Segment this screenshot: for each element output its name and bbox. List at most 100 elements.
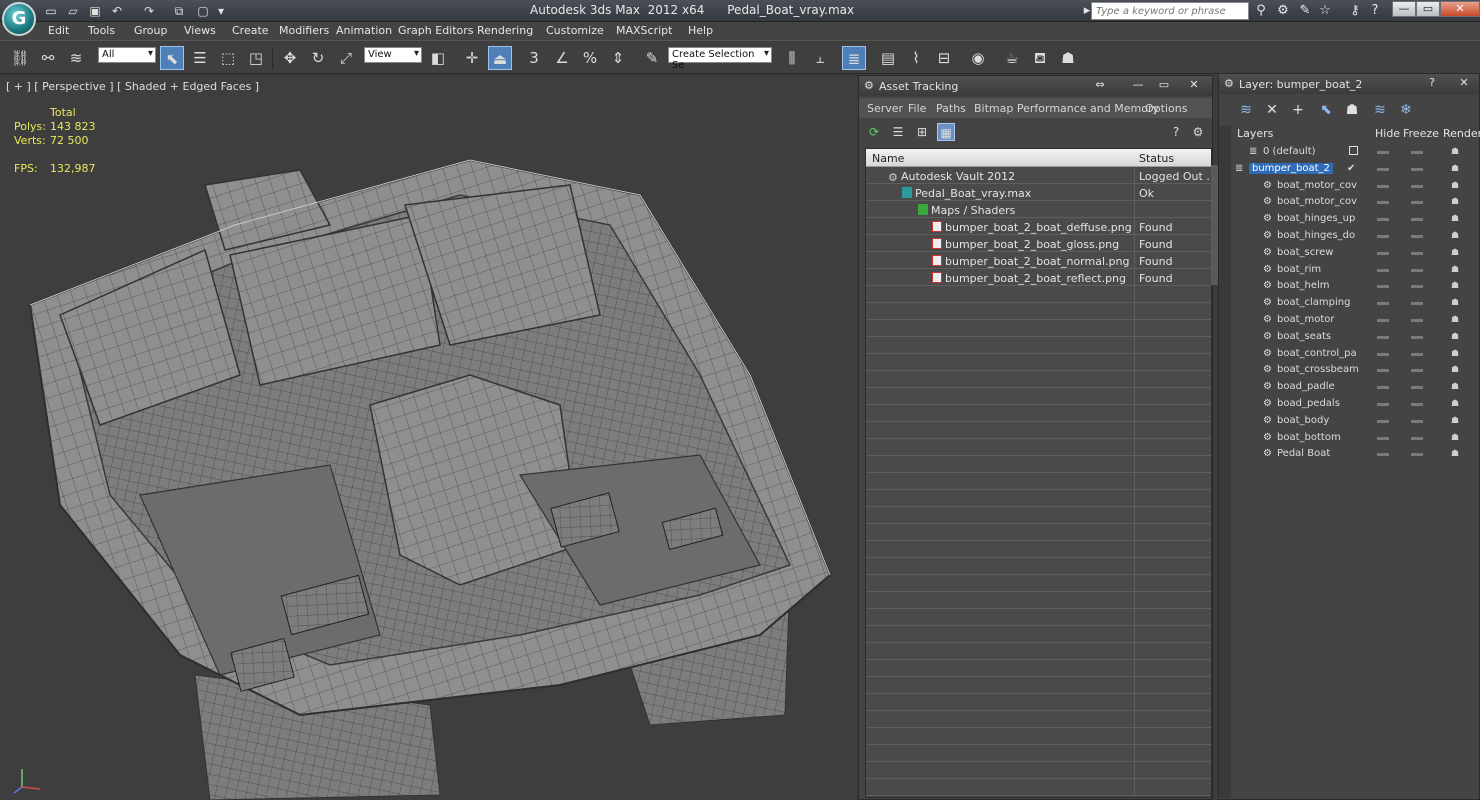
asset-menu-file[interactable]: File [908, 102, 926, 115]
layer-name[interactable]: boad_padle [1277, 381, 1363, 392]
hide-toggle[interactable] [1377, 218, 1389, 222]
col-render-header[interactable]: Render [1443, 127, 1480, 140]
asset-tracking-titlebar[interactable]: ⚙ Asset Tracking ⇔ — ▭ ✕ [859, 76, 1212, 96]
layer-row[interactable]: ⚙ boat_motor_cov ☗ [1233, 194, 1480, 211]
render-toggle-icon[interactable]: ☗ [1451, 164, 1463, 174]
dock-arrows-icon[interactable]: ⇔ [1087, 77, 1113, 93]
layer-name[interactable]: boat_motor [1277, 314, 1363, 325]
freeze-toggle[interactable] [1411, 453, 1423, 457]
layer-name[interactable]: boat_bottom [1277, 432, 1363, 443]
asset-settings-icon[interactable]: ⚙ [1189, 123, 1207, 141]
freeze-toggle[interactable] [1411, 403, 1423, 406]
layer-scrollbar[interactable] [1219, 126, 1231, 798]
layer-row[interactable]: ⚙ boat_hinges_do ☗ [1233, 228, 1480, 245]
hide-toggle[interactable] [1377, 403, 1389, 406]
layer-manager-icon[interactable]: ≣ [842, 46, 866, 70]
menu-modifiers[interactable]: Modifiers [279, 24, 329, 37]
hide-toggle[interactable] [1377, 319, 1389, 322]
layer-name[interactable]: bumper_boat_2 [1249, 162, 1333, 174]
new-file-icon[interactable]: ▭ [42, 3, 60, 19]
render-setup-icon[interactable]: ☕ [1000, 46, 1024, 70]
menu-create[interactable]: Create [232, 24, 269, 37]
freeze-toggle[interactable] [1411, 335, 1423, 339]
snaps-toggle-icon[interactable]: 3 [522, 46, 546, 70]
create-layer-icon[interactable]: ≋ [1235, 100, 1257, 120]
selection-filter-select[interactable]: All [98, 47, 156, 63]
layer-name[interactable]: 0 (default) [1263, 146, 1363, 157]
select-and-scale-icon[interactable]: ⤢ [334, 46, 358, 70]
table-row[interactable]: bumper_boat_2_boat_gloss.png Found [866, 235, 1211, 252]
hide-toggle[interactable] [1377, 268, 1389, 272]
graphite-tools-icon[interactable]: ▤ [876, 46, 900, 70]
layer-name[interactable]: boat_seats [1277, 331, 1363, 342]
layer-name[interactable]: boat_motor_cov [1277, 180, 1363, 191]
unlink-icon[interactable]: ⚯ [36, 46, 60, 70]
layer-row[interactable]: ⚙ boat_body ☗ [1233, 413, 1480, 430]
layer-name[interactable]: Pedal Boat [1277, 448, 1363, 459]
highlight-layer-icon[interactable]: ☗ [1341, 100, 1363, 120]
select-object-icon[interactable]: ⬉ [160, 46, 184, 70]
layer-titlebar[interactable]: ⚙ Layer: bumper_boat_2 ? ✕ [1219, 74, 1479, 94]
list-view-icon[interactable]: ☰ [889, 123, 907, 141]
angle-snap-icon[interactable]: ∠ [550, 46, 574, 70]
hide-toggle[interactable] [1377, 369, 1389, 373]
render-toggle-icon[interactable]: ☗ [1451, 382, 1463, 392]
rectangular-selection-icon[interactable]: ⬚ [216, 46, 240, 70]
perspective-viewport[interactable]: [ + ] [ Perspective ] [ Shaded + Edged F… [0, 75, 856, 800]
render-toggle-icon[interactable]: ☗ [1451, 332, 1463, 342]
layer-name[interactable]: boat_hinges_up [1277, 213, 1363, 224]
layer-close-button[interactable]: ✕ [1451, 75, 1477, 91]
close-button[interactable]: ✕ [1440, 1, 1480, 17]
render-toggle-icon[interactable]: ☗ [1451, 181, 1463, 191]
maximize-button[interactable]: ▭ [1416, 1, 1440, 17]
freeze-toggle[interactable] [1411, 319, 1423, 322]
hide-toggle[interactable] [1377, 453, 1389, 457]
layer-row[interactable]: ⚙ Pedal Boat ☗ [1233, 446, 1480, 463]
layer-name[interactable]: boat_helm [1277, 280, 1363, 291]
layer-row[interactable]: ≣ bumper_boat_2 ✔ ☗ [1233, 161, 1480, 178]
layer-help-button[interactable]: ? [1419, 75, 1445, 91]
menu-animation[interactable]: Animation [336, 24, 392, 37]
bind-space-warp-icon[interactable]: ≋ [64, 46, 88, 70]
render-toggle-icon[interactable]: ☗ [1451, 433, 1463, 443]
keyboard-shortcut-override-icon[interactable]: ⏏ [488, 46, 512, 70]
save-icon[interactable]: ▣ [86, 3, 104, 19]
hide-toggle[interactable] [1377, 335, 1389, 339]
percent-snap-icon[interactable]: % [578, 46, 602, 70]
select-and-move-icon[interactable]: ✥ [278, 46, 302, 70]
menu-maxscript[interactable]: MAXScript [616, 24, 672, 37]
layer-row[interactable]: ⚙ boat_helm ☗ [1233, 278, 1480, 295]
layer-row[interactable]: ⚙ boat_motor ☗ [1233, 312, 1480, 329]
hide-toggle[interactable] [1377, 419, 1389, 423]
layer-name[interactable]: boat_motor_cov [1277, 196, 1363, 207]
layer-row[interactable]: ⚙ boat_rim ☗ [1233, 262, 1480, 279]
current-layer-checkbox[interactable] [1349, 146, 1358, 155]
add-to-layer-icon[interactable]: + [1287, 100, 1309, 120]
project-folder-icon[interactable]: ▢ [194, 3, 212, 19]
menu-customize[interactable]: Customize [546, 24, 604, 37]
layer-name[interactable]: boat_screw [1277, 247, 1363, 258]
layer-name[interactable]: boat_rim [1277, 264, 1363, 275]
col-layers-header[interactable]: Layers [1237, 127, 1273, 140]
select-layer-objects-icon[interactable]: ⬉ [1315, 100, 1337, 120]
layer-row[interactable]: ⚙ boad_padle ☗ [1233, 379, 1480, 396]
layer-row[interactable]: ⚙ boat_control_pa ☗ [1233, 346, 1480, 363]
layer-row[interactable]: ⚙ boat_hinges_up ☗ [1233, 211, 1480, 228]
col-hide-header[interactable]: Hide [1375, 127, 1400, 140]
key-icon[interactable]: ⚷ [1346, 2, 1364, 20]
communication-center-icon[interactable]: ⚙ [1274, 2, 1292, 20]
render-toggle-icon[interactable]: ☗ [1451, 265, 1463, 275]
layer-name[interactable]: boat_control_pa [1277, 348, 1363, 359]
render-toggle-icon[interactable]: ☗ [1451, 298, 1463, 308]
menu-rendering[interactable]: Rendering [477, 24, 533, 37]
render-toggle-icon[interactable]: ☗ [1451, 147, 1463, 157]
hide-all-layers-icon[interactable]: ≋ [1369, 100, 1391, 120]
asset-minimize-button[interactable]: — [1125, 77, 1151, 93]
table-row[interactable]: bumper_boat_2_boat_reflect.png Found [866, 269, 1211, 286]
freeze-toggle[interactable] [1411, 201, 1423, 205]
redo-icon[interactable]: ↷ [140, 3, 158, 19]
favorites-star-icon[interactable]: ☆ [1316, 2, 1334, 20]
material-editor-icon[interactable]: ◉ [966, 46, 990, 70]
named-selection-set-select[interactable]: Create Selection Se [668, 47, 772, 71]
freeze-toggle[interactable] [1411, 285, 1423, 289]
